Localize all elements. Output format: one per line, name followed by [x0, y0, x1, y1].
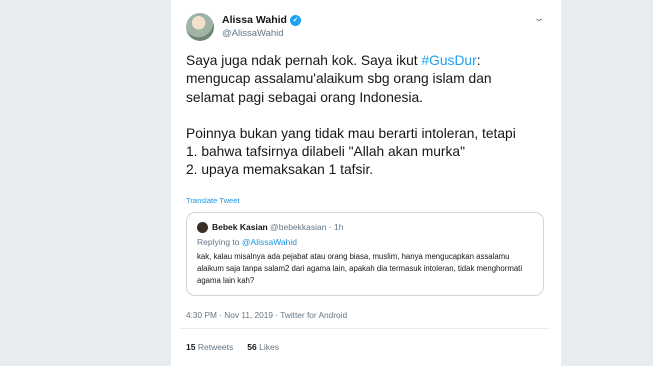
quoted-author-handle: @bebekkasian · 1h: [270, 222, 344, 232]
tweet-text: Saya juga ndak pernah kok. Saya ikut #Gu…: [186, 52, 546, 180]
divider: [180, 328, 550, 329]
quoted-tweet[interactable]: Bebek Kasian @bebekkasian · 1h Replying …: [186, 212, 544, 296]
retweets-stat[interactable]: 15 Retweets: [186, 342, 233, 352]
verified-badge-icon: ✓: [289, 14, 301, 26]
quoted-author-avatar: [197, 222, 208, 233]
author-name[interactable]: Alissa Wahid: [222, 14, 287, 26]
quoted-author-name: Bebek Kasian: [212, 222, 268, 232]
chevron-down-icon[interactable]: ⌄: [533, 13, 545, 24]
replying-to: Replying to @AlissaWahid: [197, 237, 297, 247]
tweet-line-5: 1. bahwa tafsirnya dilabeli "Allah akan …: [186, 144, 465, 160]
mention-link[interactable]: @AlissaWahid: [242, 237, 297, 247]
quoted-author-row: Bebek Kasian @bebekkasian · 1h: [212, 222, 344, 232]
engagement-stats: 15 Retweets 56 Likes: [186, 342, 279, 352]
author-name-row[interactable]: Alissa Wahid ✓: [222, 14, 301, 26]
quoted-tweet-text: kak, kalau misalnya ada pejabat atau ora…: [197, 252, 523, 285]
tweet-line-1: Saya juga ndak pernah kok. Saya ikut #Gu…: [186, 53, 481, 68]
translate-tweet-link[interactable]: Translate Tweet: [186, 196, 240, 205]
tweet-line-6: 2. upaya memaksakan 1 tafsir.: [186, 162, 374, 178]
tweet-timestamp[interactable]: 4:30 PM · Nov 11, 2019 · Twitter for And…: [186, 310, 347, 320]
tweet-line-4: Poinnya bukan yang tidak mau berarti int…: [186, 125, 516, 141]
tweet-line-2: mengucap assalamu'alaikum sbg orang isla…: [186, 71, 492, 87]
hashtag-link[interactable]: #GusDur: [421, 53, 476, 68]
tweet-line-3: selamat pagi sebagai orang Indonesia.: [186, 89, 424, 105]
author-avatar[interactable]: [186, 13, 214, 41]
likes-stat[interactable]: 56 Likes: [247, 342, 279, 352]
author-handle[interactable]: @AlissaWahid: [222, 28, 284, 39]
